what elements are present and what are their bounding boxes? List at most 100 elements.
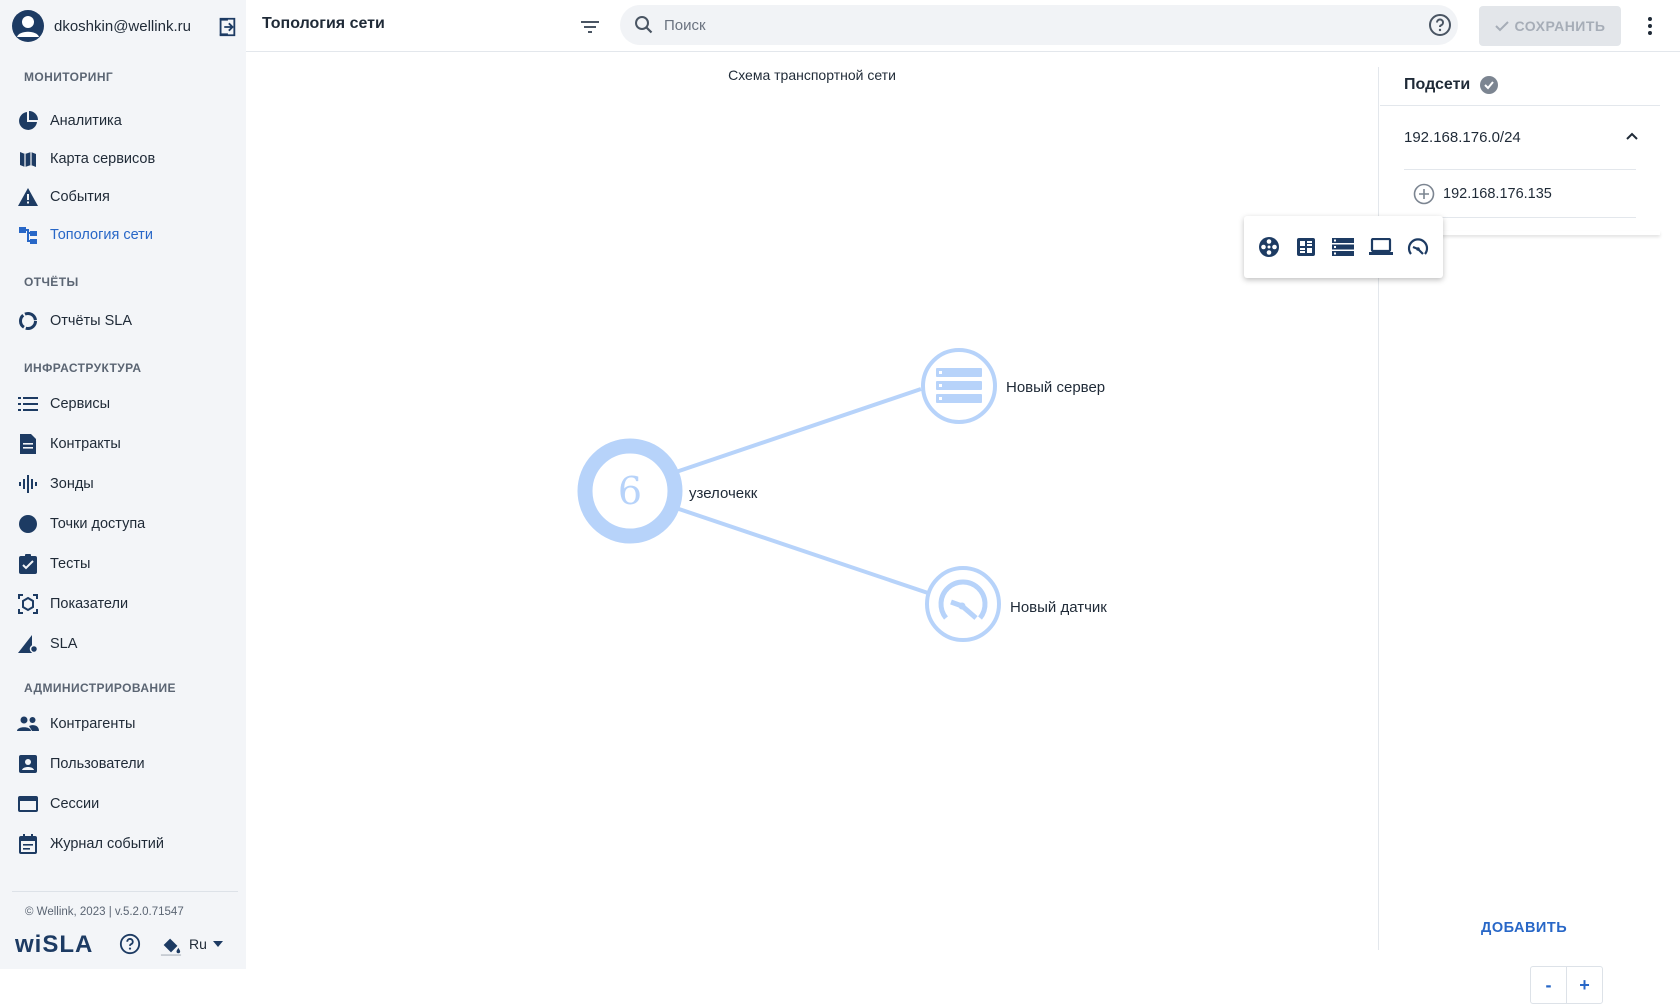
hub-node-icon[interactable] xyxy=(1256,234,1282,260)
document-icon xyxy=(17,433,39,455)
save-button[interactable]: СОХРАНИТЬ xyxy=(1479,6,1621,46)
sla-icon xyxy=(17,633,39,655)
sidebar-item-contracts[interactable]: Контракты xyxy=(0,425,246,463)
search-input[interactable] xyxy=(662,15,1406,35)
clipboard-check-icon xyxy=(17,553,39,575)
sidebar-item-sessions[interactable]: Сессии xyxy=(0,785,246,823)
add-circle-icon[interactable] xyxy=(1413,183,1435,205)
warning-icon xyxy=(17,186,39,208)
sidebar-item-sla[interactable]: SLA xyxy=(0,625,246,663)
subnet-item[interactable]: 192.168.176.0/24 xyxy=(1404,129,1640,146)
sidebar-item-label: Пользователи xyxy=(50,756,145,772)
node-server-label: Новый сервер xyxy=(1006,379,1106,396)
sidebar-item-tests[interactable]: Тесты xyxy=(0,545,246,583)
user-email: dkoshkin@wellink.ru xyxy=(54,17,191,35)
sidebar-item-topology[interactable]: Топология сети xyxy=(0,216,246,254)
caret-down-icon xyxy=(212,941,223,947)
sidebar-item-service-map[interactable]: Карта сервисов xyxy=(0,140,246,178)
people-icon xyxy=(17,713,39,735)
topology-icon xyxy=(17,224,39,246)
sidebar-item-counterparties[interactable]: Контрагенты xyxy=(0,705,246,743)
window-icon xyxy=(17,793,39,815)
sidebar-item-users[interactable]: Пользователи xyxy=(0,745,246,783)
sidebar-item-events[interactable]: События xyxy=(0,178,246,216)
chevron-up-icon[interactable] xyxy=(1624,129,1640,145)
zoom-out-button[interactable]: - xyxy=(1531,967,1566,1003)
sidebar-item-label: Сервисы xyxy=(50,396,111,412)
header: Топология сети СОХРАНИТЬ xyxy=(246,0,1680,52)
logout-icon[interactable] xyxy=(216,16,238,38)
node-sensor[interactable] xyxy=(925,566,1001,642)
section-title-administration: АДМИНИСТРИРОВАНИЕ xyxy=(24,681,176,695)
node-hub-label: узелочекк xyxy=(689,485,758,502)
panel-divider-line xyxy=(1380,105,1660,106)
more-vert-icon[interactable] xyxy=(1638,14,1662,38)
rack-icon[interactable] xyxy=(1293,234,1319,260)
sidebar-item-event-log[interactable]: Журнал событий xyxy=(0,825,246,863)
sidebar-item-label: Топология сети xyxy=(50,227,153,243)
avatar[interactable] xyxy=(12,10,44,42)
section-title-monitoring: МОНИТОРИНГ xyxy=(24,70,114,84)
link-hub-sensor xyxy=(672,505,929,595)
section-title-reports: ОТЧЁТЫ xyxy=(24,275,79,289)
donut-icon xyxy=(17,310,39,332)
sidebar-item-sla-reports[interactable]: Отчёты SLA xyxy=(0,302,246,340)
zoom-controls: - + xyxy=(1530,966,1603,1004)
save-button-label: СОХРАНИТЬ xyxy=(1514,18,1606,34)
node-hub-badge: 6 xyxy=(618,469,642,513)
sidebar-item-label: Тесты xyxy=(50,556,91,572)
calendar-icon xyxy=(17,833,39,855)
link-hub-server xyxy=(672,387,922,475)
gauge-icon[interactable] xyxy=(1405,234,1431,260)
node-server[interactable] xyxy=(921,348,997,424)
sidebar-item-label: Сессии xyxy=(50,796,100,812)
pie-chart-icon xyxy=(17,110,39,132)
sidebar-item-label: Журнал событий xyxy=(50,836,164,852)
probe-icon xyxy=(17,473,39,495)
sidebar-item-label: Аналитика xyxy=(50,113,122,129)
host-item[interactable]: 192.168.176.135 xyxy=(1413,183,1552,205)
sidebar-item-label: Отчёты SLA xyxy=(50,313,133,329)
laptop-icon[interactable] xyxy=(1368,234,1394,260)
help-icon[interactable] xyxy=(119,933,141,955)
node-hub[interactable]: 6 xyxy=(577,438,683,544)
sidebar-footer: wiSLA Ru xyxy=(15,930,241,960)
metrics-icon xyxy=(17,593,39,615)
check-icon xyxy=(1494,20,1509,32)
sidebar-item-services[interactable]: Сервисы xyxy=(0,385,246,423)
server-icon[interactable] xyxy=(1330,234,1356,260)
zoom-in-button[interactable]: + xyxy=(1566,967,1602,1003)
sidebar-item-label: Точки доступа xyxy=(50,516,146,532)
sidebar-item-label: Зонды xyxy=(50,476,94,492)
user-card-icon xyxy=(17,753,39,775)
map-icon xyxy=(17,148,39,170)
add-button[interactable]: ДОБАВИТЬ xyxy=(1481,920,1567,936)
user-avatar-icon xyxy=(17,16,39,37)
node-sensor-label: Новый датчик xyxy=(1010,599,1107,616)
section-title-infrastructure: ИНФРАСТРУКТУРА xyxy=(24,361,142,375)
sidebar-item-probes[interactable]: Зонды xyxy=(0,465,246,503)
server-icon xyxy=(936,368,982,403)
topology-graph: 6 xyxy=(577,348,1001,642)
sidebar-item-access-points[interactable]: Точки доступа xyxy=(0,505,246,543)
language-select[interactable]: Ru xyxy=(189,936,223,952)
panel-divider-line xyxy=(1404,169,1636,170)
sidebar-item-label: Контракты xyxy=(50,436,121,452)
search-bar xyxy=(620,5,1458,45)
topology-canvas[interactable]: Схема транспортной сети 6 узелочекк Новы… xyxy=(246,52,1603,1004)
search-icon xyxy=(634,15,654,35)
sidebar-divider xyxy=(12,891,238,892)
node-toolbar xyxy=(1244,216,1443,278)
logo: wiSLA xyxy=(15,931,94,958)
help-icon[interactable] xyxy=(1428,13,1452,37)
subnet-label: 192.168.176.0/24 xyxy=(1404,129,1521,146)
copyright: © Wellink, 2023 | v.5.2.0.71547 xyxy=(25,906,184,918)
circle-icon xyxy=(17,513,39,535)
sidebar-item-label: SLA xyxy=(50,636,78,652)
sidebar-item-analytics[interactable]: Аналитика xyxy=(0,102,246,140)
filter-icon[interactable] xyxy=(578,15,602,39)
panel-title: Подсети xyxy=(1404,76,1471,93)
sidebar-item-metrics[interactable]: Показатели xyxy=(0,585,246,623)
paint-bucket-icon[interactable] xyxy=(160,934,182,956)
user-profile[interactable]: dkoshkin@wellink.ru xyxy=(12,9,238,43)
